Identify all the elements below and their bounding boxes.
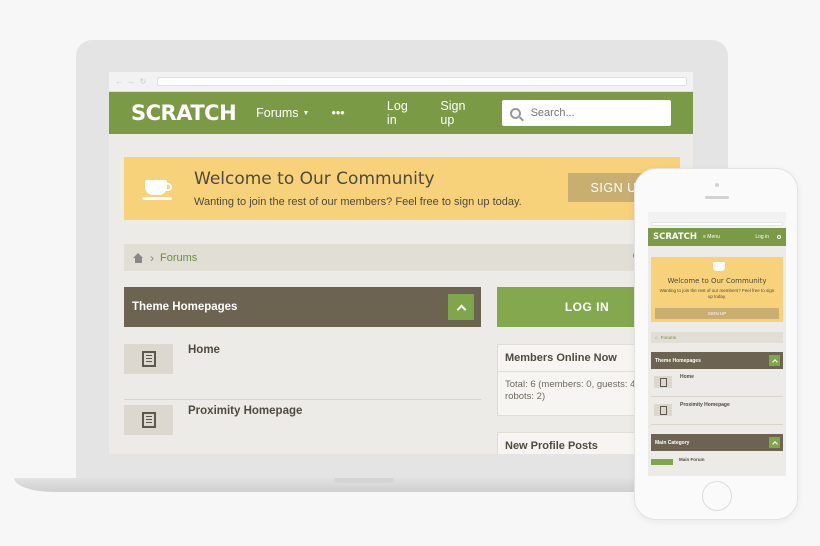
forum-node-icon — [124, 344, 173, 374]
phone-breadcrumb-forums[interactable]: Forums — [661, 335, 676, 340]
collapse-button[interactable] — [769, 355, 780, 366]
category-title[interactable]: Theme Homepages — [132, 301, 237, 313]
phone-breadcrumb: ⌂ Forums — [651, 332, 783, 343]
welcome-title: Welcome to Our Community — [194, 169, 435, 189]
document-icon — [654, 404, 672, 416]
nav-more[interactable]: ••• — [331, 106, 344, 120]
chevron-up-icon — [456, 304, 466, 314]
search-input[interactable] — [530, 107, 661, 119]
chevron-right-icon: › — [150, 250, 154, 265]
phone-login[interactable]: Log in — [755, 234, 769, 240]
laptop-screen: ← → ↻ SCRATCH Forums ▼ ••• Log in Sign u… — [109, 72, 693, 454]
phone-welcome-title: Welcome to Our Community — [667, 277, 767, 285]
address-bar[interactable] — [157, 77, 687, 86]
coffee-cup-icon — [142, 174, 176, 204]
phone-forum-node-title[interactable]: Home — [680, 374, 694, 380]
phone-forum-node-title[interactable]: Proximity Homepage — [680, 402, 730, 408]
home-icon[interactable]: ⌂ — [655, 335, 658, 340]
document-icon — [141, 412, 156, 428]
phone-main-category-header: Main Category — [651, 434, 783, 451]
search-icon — [509, 107, 521, 119]
phone-welcome-subtitle: Wanting to join the rest of our members?… — [659, 288, 775, 299]
laptop-notch — [334, 478, 394, 483]
phone-status-bar — [648, 212, 786, 220]
phone-search-icon[interactable] — [777, 235, 781, 239]
forward-arrow-icon[interactable]: → — [127, 77, 135, 86]
browser-chrome: ← → ↻ — [109, 72, 693, 92]
nav-login[interactable]: Log in — [387, 99, 418, 127]
phone-logo[interactable]: SCRATCH — [653, 232, 697, 242]
caret-down-icon: ▼ — [302, 109, 310, 117]
home-icon[interactable] — [133, 252, 144, 263]
forum-node-title[interactable]: Proximity Homepage — [188, 405, 302, 417]
reload-icon[interactable]: ↻ — [139, 77, 147, 86]
document-icon — [654, 376, 672, 388]
forum-icon — [651, 459, 673, 465]
phone-main-category-title[interactable]: Main Category — [655, 440, 689, 446]
phone-category-header: Theme Homepages — [651, 352, 783, 369]
phone-signup-button[interactable]: SIGN UP — [655, 308, 779, 319]
document-icon — [141, 351, 156, 367]
phone-main-forum-title[interactable]: Main Forum — [679, 457, 705, 462]
phone-address-bar[interactable] — [648, 220, 786, 228]
phone-home-button[interactable] — [702, 481, 732, 511]
phone-forum-node: Home — [651, 369, 783, 397]
nav-forums[interactable]: Forums ▼ — [256, 106, 309, 120]
collapse-button[interactable] — [448, 294, 474, 320]
phone-menu[interactable]: ≡ Menu — [703, 234, 720, 240]
phone-camera — [715, 183, 719, 187]
back-arrow-icon[interactable]: ← — [115, 77, 123, 86]
phone-header: SCRATCH ≡ Menu Log in — [648, 228, 786, 246]
category-header: Theme Homepages — [124, 287, 481, 327]
collapse-button[interactable] — [769, 437, 780, 448]
nav-forums-label: Forums — [256, 106, 299, 120]
phone-screen: SCRATCH ≡ Menu Log in Welcome to Our Com… — [648, 212, 786, 476]
forum-node-icon — [124, 405, 173, 435]
coffee-cup-icon — [713, 262, 725, 271]
welcome-notice: Welcome to Our Community Wanting to join… — [124, 157, 680, 220]
site-header: SCRATCH Forums ▼ ••• Log in Sign up — [109, 92, 693, 134]
phone-main-forum: Main Forum — [651, 457, 783, 467]
breadcrumb-forums[interactable]: Forums — [160, 252, 197, 264]
breadcrumb: › Forums — [124, 244, 680, 271]
phone-welcome-notice: Welcome to Our Community Wanting to join… — [651, 257, 783, 322]
welcome-subtitle: Wanting to join the rest of our members?… — [194, 196, 522, 208]
phone-speaker — [705, 196, 729, 199]
forum-node-title[interactable]: Home — [188, 344, 220, 356]
nav-signup[interactable]: Sign up — [440, 99, 479, 127]
phone-forum-node: Proximity Homepage — [651, 397, 783, 425]
forum-node: Proximity Homepage — [124, 401, 481, 454]
site-logo[interactable]: SCRATCH — [131, 101, 237, 125]
search-box[interactable] — [501, 100, 671, 126]
forum-node: Home — [124, 340, 481, 400]
stage: ← → ↻ SCRATCH Forums ▼ ••• Log in Sign u… — [0, 0, 820, 546]
phone-category-title[interactable]: Theme Homepages — [655, 358, 701, 364]
